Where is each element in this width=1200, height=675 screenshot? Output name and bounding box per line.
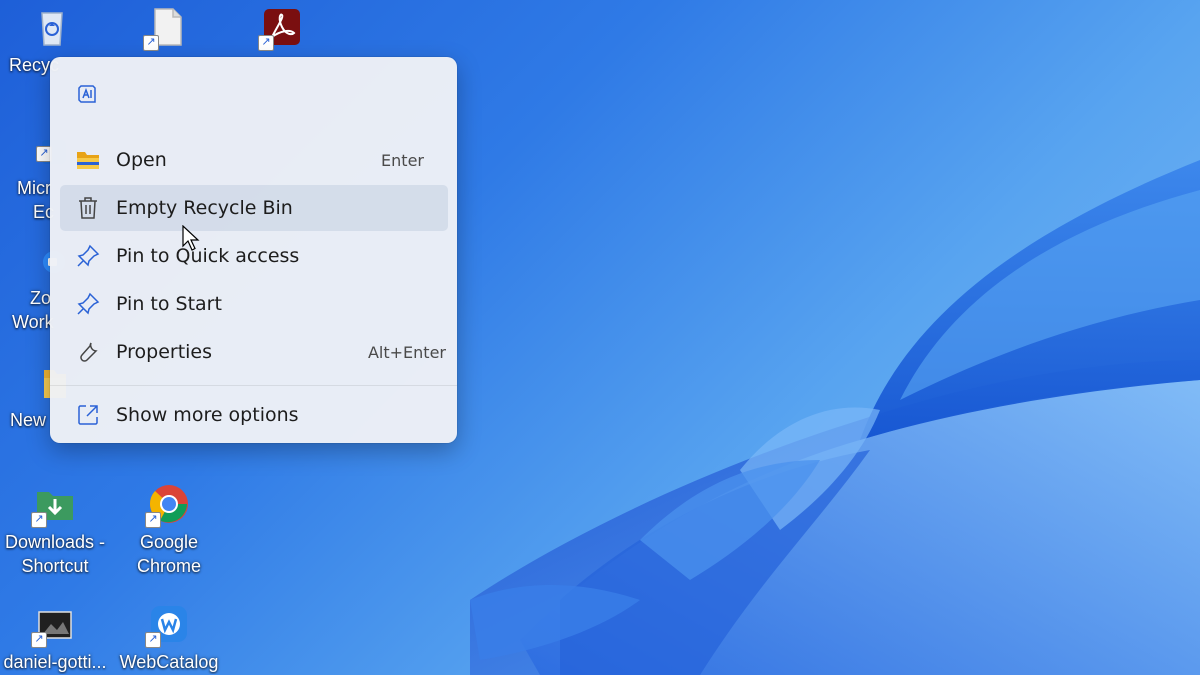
ai-action-button[interactable] — [70, 79, 104, 113]
recycle-bin-icon — [30, 5, 74, 49]
shortcut-arrow-icon: ↗ — [31, 632, 47, 648]
shortcut-arrow-icon: ↗ — [31, 512, 47, 528]
menu-item-label: Pin to Quick access — [116, 245, 300, 267]
downloads-label-line2: Shortcut — [21, 556, 89, 576]
acrobat-icon: ↗ — [258, 5, 304, 51]
menu-item-label: Pin to Start — [116, 293, 222, 315]
shortcut-arrow-icon: ↗ — [145, 632, 161, 648]
desktop-icon-acrobat[interactable]: ↗ — [227, 5, 337, 53]
context-menu: Open Enter Empty Recycle Bin Pin to Quic… — [50, 57, 457, 443]
chrome-label-line2: Chrome — [136, 556, 202, 576]
shortcut-arrow-icon: ↗ — [143, 35, 159, 51]
downloads-folder-icon: ↗ — [31, 482, 77, 528]
menu-separator — [50, 385, 457, 386]
desktop-icon-webcatalog[interactable]: ↗ WebCatalog — [114, 602, 224, 674]
menu-item-show-more-options[interactable]: Show more options — [60, 392, 448, 438]
menu-item-pin-quick-access[interactable]: Pin to Quick access — [60, 233, 448, 279]
menu-item-label: Properties — [116, 341, 213, 363]
webcatalog-label: WebCatalog — [119, 652, 219, 672]
mouse-cursor-icon — [182, 224, 200, 256]
menu-item-shortcut: Enter — [381, 150, 424, 170]
shortcut-arrow-icon: ↗ — [258, 35, 274, 51]
daniel-gotti-label: daniel-gotti... — [3, 652, 107, 672]
desktop-icon-google-chrome[interactable]: ↗ Google Chrome — [114, 482, 224, 578]
menu-item-label: Open — [116, 149, 167, 171]
pin-icon — [74, 290, 102, 318]
external-icon — [74, 401, 102, 429]
menu-item-label: Empty Recycle Bin — [116, 197, 293, 219]
menu-item-label: Show more options — [116, 404, 299, 426]
menu-item-empty-recycle-bin[interactable]: Empty Recycle Bin — [60, 185, 448, 231]
image-file-icon: ↗ — [31, 602, 77, 648]
pin-icon — [74, 242, 102, 270]
downloads-label-line1: Downloads - — [4, 532, 106, 552]
menu-item-shortcut: Alt+Enter — [367, 342, 446, 362]
desktop-icon-document[interactable]: ↗ — [112, 5, 222, 53]
wrench-icon — [74, 338, 102, 366]
context-menu-top-actions — [70, 79, 104, 113]
folder-icon — [74, 146, 102, 174]
document-icon: ↗ — [143, 5, 189, 51]
desktop-icon-daniel-gotti[interactable]: ↗ daniel-gotti... — [0, 602, 110, 674]
menu-item-properties[interactable]: Properties Alt+Enter — [60, 329, 448, 375]
shortcut-arrow-icon: ↗ — [145, 512, 161, 528]
menu-item-open[interactable]: Open Enter — [60, 137, 448, 183]
chrome-label-line1: Google — [139, 532, 199, 552]
trash-icon — [74, 194, 102, 222]
webcatalog-icon: ↗ — [145, 602, 191, 648]
desktop-icon-downloads-shortcut[interactable]: ↗ Downloads - Shortcut — [0, 482, 110, 578]
menu-item-pin-to-start[interactable]: Pin to Start — [60, 281, 448, 327]
chrome-icon: ↗ — [145, 482, 191, 528]
ai-icon — [75, 82, 99, 110]
